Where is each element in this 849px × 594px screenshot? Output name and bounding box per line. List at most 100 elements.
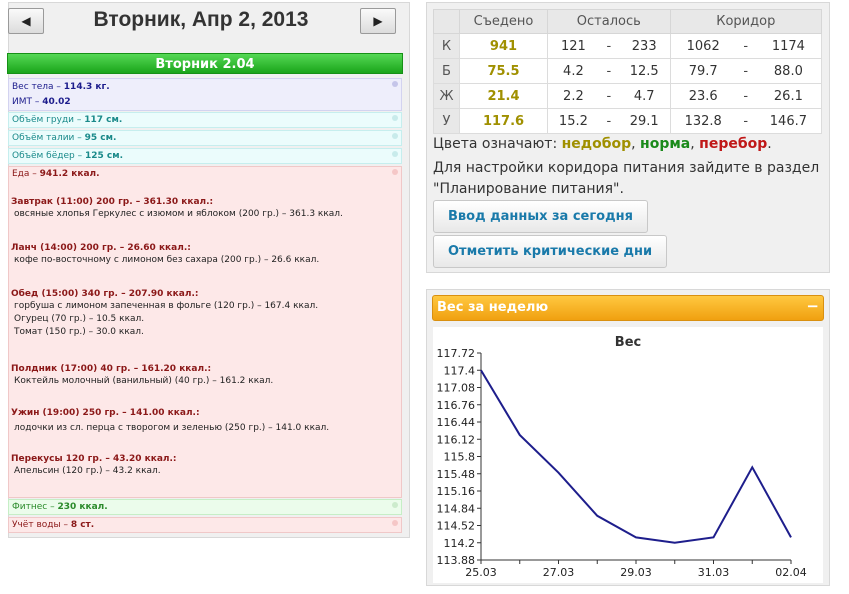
corridor-low: 1062 (669, 33, 736, 59)
left-high: 29.1 (618, 108, 671, 134)
meal-item: Томат (150 гр.) – 30.0 ккал. (14, 327, 144, 337)
meal-item: Огурец (70 гр.) – 10.5 ккал. (14, 314, 145, 324)
corridor-high: 88.0 (755, 58, 822, 84)
y-tick-label: 114.2 (444, 537, 476, 550)
dash: - (598, 108, 619, 134)
date-title: Вторник, Апр 2, 2013 (93, 8, 309, 31)
weight-series-line (480, 369, 792, 544)
meal-supper: Ужин (19:00) 250 гр. – 141.00 ккал.: лод… (11, 408, 329, 433)
meal-dinner: Обед (15:00) 340 гр. – 207.90 ккал.: гор… (11, 289, 318, 337)
legend-norm: норма (640, 136, 691, 152)
edit-measurement-icon[interactable] (392, 133, 398, 139)
next-day-button[interactable]: ▶ (360, 8, 396, 34)
left-low: 121 (546, 33, 599, 59)
edit-food-icon[interactable] (392, 169, 398, 175)
meal-item: Апельсин (120 гр.) – 43.2 ккал. (14, 466, 161, 476)
eaten-value: 21.4 (459, 83, 548, 109)
y-ticks: 117.72 117.4 117.08 116.76 116.44 116.12 115.8… (437, 347, 481, 567)
meal-item: лодочки из сл. перца с творогом и зелень… (14, 423, 330, 433)
corridor-hint: Для настройки коридора питания зайдите в… (433, 160, 820, 197)
day-header: Вторник 2.04 (7, 53, 403, 74)
measurement-label: Объём талии – (12, 133, 85, 143)
weight-value: 114.3 кг. (63, 82, 110, 92)
weight-label: Вес тела – (12, 82, 64, 92)
corridor-low: 79.7 (669, 58, 736, 84)
water-value: 8 ст. (70, 520, 95, 530)
dash: - (598, 33, 619, 59)
left-low: 2.2 (546, 83, 599, 109)
fitness-entry[interactable]: Фитнес – 230 ккал. (8, 499, 402, 515)
food-label: Еда – (12, 169, 40, 179)
measurement-waist[interactable]: Объём талии – 95 см. (8, 130, 402, 146)
corridor-high: 146.7 (755, 108, 822, 134)
measurement-chest[interactable]: Объём груди – 117 см. (8, 112, 402, 128)
arrow-left-icon: ◀ (21, 14, 31, 28)
x-ticks: 25.03 27.03 29.03 31.03 02.04 (465, 560, 807, 579)
left-high: 12.5 (618, 58, 671, 84)
critical-days-button[interactable]: Отметить критические дни (433, 235, 668, 268)
table-row: Ж 21.4 2.2 - 4.7 23.6 - 26.1 (433, 83, 822, 109)
measurement-label: Объём бёдер – (12, 151, 85, 161)
y-tick-label: 117.4 (444, 364, 476, 377)
table-header-row: Съедено Осталось Коридор (433, 9, 823, 34)
weight-panel-header: Вес за неделю − (432, 295, 824, 321)
corridor-high: 1174 (755, 33, 822, 59)
legend-dot: . (767, 136, 772, 152)
meal-item: кофе по-восточному с лимоном без сахара … (14, 255, 320, 265)
water-entry[interactable]: Учёт воды – 8 ст. (8, 517, 402, 533)
legend-under: недобор (561, 136, 632, 152)
table-row: К 941 121 - 233 1062 - 1174 (433, 33, 822, 59)
norms-table: Съедено Осталось Коридор К 941 121 - 233… (433, 9, 823, 134)
weight-chart-svg: Вес 117.72117.4117.08116.76116.44116.121… (437, 335, 807, 579)
x-tick-label: 02.04 (775, 566, 807, 579)
collapse-icon[interactable]: − (806, 294, 819, 318)
enter-today-button[interactable]: Ввод данных за сегодня (433, 200, 648, 233)
y-tick-label: 116.44 (437, 416, 476, 429)
y-tick-label: 116.76 (437, 399, 476, 412)
meal-item: овсяные хлопья Геркулес с изюмом и яблок… (14, 209, 343, 219)
dash: - (598, 83, 619, 109)
meal-title: Ланч (14:00) 200 гр. – 26.60 ккал.: (11, 243, 191, 253)
eaten-value: 117.6 (459, 108, 548, 134)
prev-day-button[interactable]: ◀ (8, 8, 44, 34)
measurement-value: 117 см. (84, 115, 123, 125)
measurement-label: Объём груди – (12, 115, 85, 125)
fitness-value: 230 ккал. (57, 502, 108, 512)
fitness-label: Фитнес – (12, 502, 58, 512)
left-low: 4.2 (546, 58, 599, 84)
meal-title: Завтрак (11:00) 200 гр. – 361.30 ккал.: (11, 197, 214, 207)
y-tick-label: 116.12 (437, 433, 476, 446)
edit-fitness-icon[interactable] (392, 502, 398, 508)
chart-title: Вес (615, 335, 641, 350)
measurement-value: 125 см. (84, 151, 123, 161)
edit-weight-icon[interactable] (392, 81, 398, 87)
meal-snacks: Перекусы 120 гр. – 43.20 ккал.: Апельсин… (11, 454, 177, 476)
row-key: К (433, 33, 460, 59)
edit-water-icon[interactable] (392, 520, 398, 526)
col-left: Осталось (547, 9, 671, 34)
chart-axes (480, 353, 791, 561)
measurement-hips[interactable]: Объём бёдер – 125 см. (8, 148, 402, 164)
table-row: Б 75.5 4.2 - 12.5 79.7 - 88.0 (433, 58, 822, 84)
meal-item: Коктейль молочный (ванильный) (40 гр.) –… (14, 376, 274, 386)
color-legend: Цвета означают: недобор, норма, перебор. (433, 136, 772, 152)
col-eaten: Съедено (459, 9, 548, 34)
y-tick-label: 114.52 (437, 520, 476, 533)
weight-entry[interactable]: Вес тела – 114.3 кг. ИМТ – 40.02 (8, 78, 402, 111)
arrow-right-icon: ▶ (373, 14, 383, 28)
row-key: Ж (433, 83, 460, 109)
edit-measurement-icon[interactable] (392, 151, 398, 157)
edit-measurement-icon[interactable] (392, 115, 398, 121)
legend-comma: , (690, 136, 700, 152)
x-tick-label: 29.03 (620, 566, 652, 579)
eaten-value: 75.5 (459, 58, 548, 84)
corridor-high: 26.1 (755, 83, 822, 109)
weight-chart: Вес 117.72 117.4 117.08 116.76 116.44 116.12 1… (433, 327, 823, 583)
dash: - (735, 83, 756, 109)
eaten-value: 941 (459, 33, 548, 59)
legend-over: перебор (699, 136, 768, 152)
y-tick-label: 117.08 (437, 382, 476, 395)
bmi-value: 40.02 (42, 97, 71, 107)
dash: - (735, 58, 756, 84)
col-corridor: Коридор (669, 9, 823, 34)
